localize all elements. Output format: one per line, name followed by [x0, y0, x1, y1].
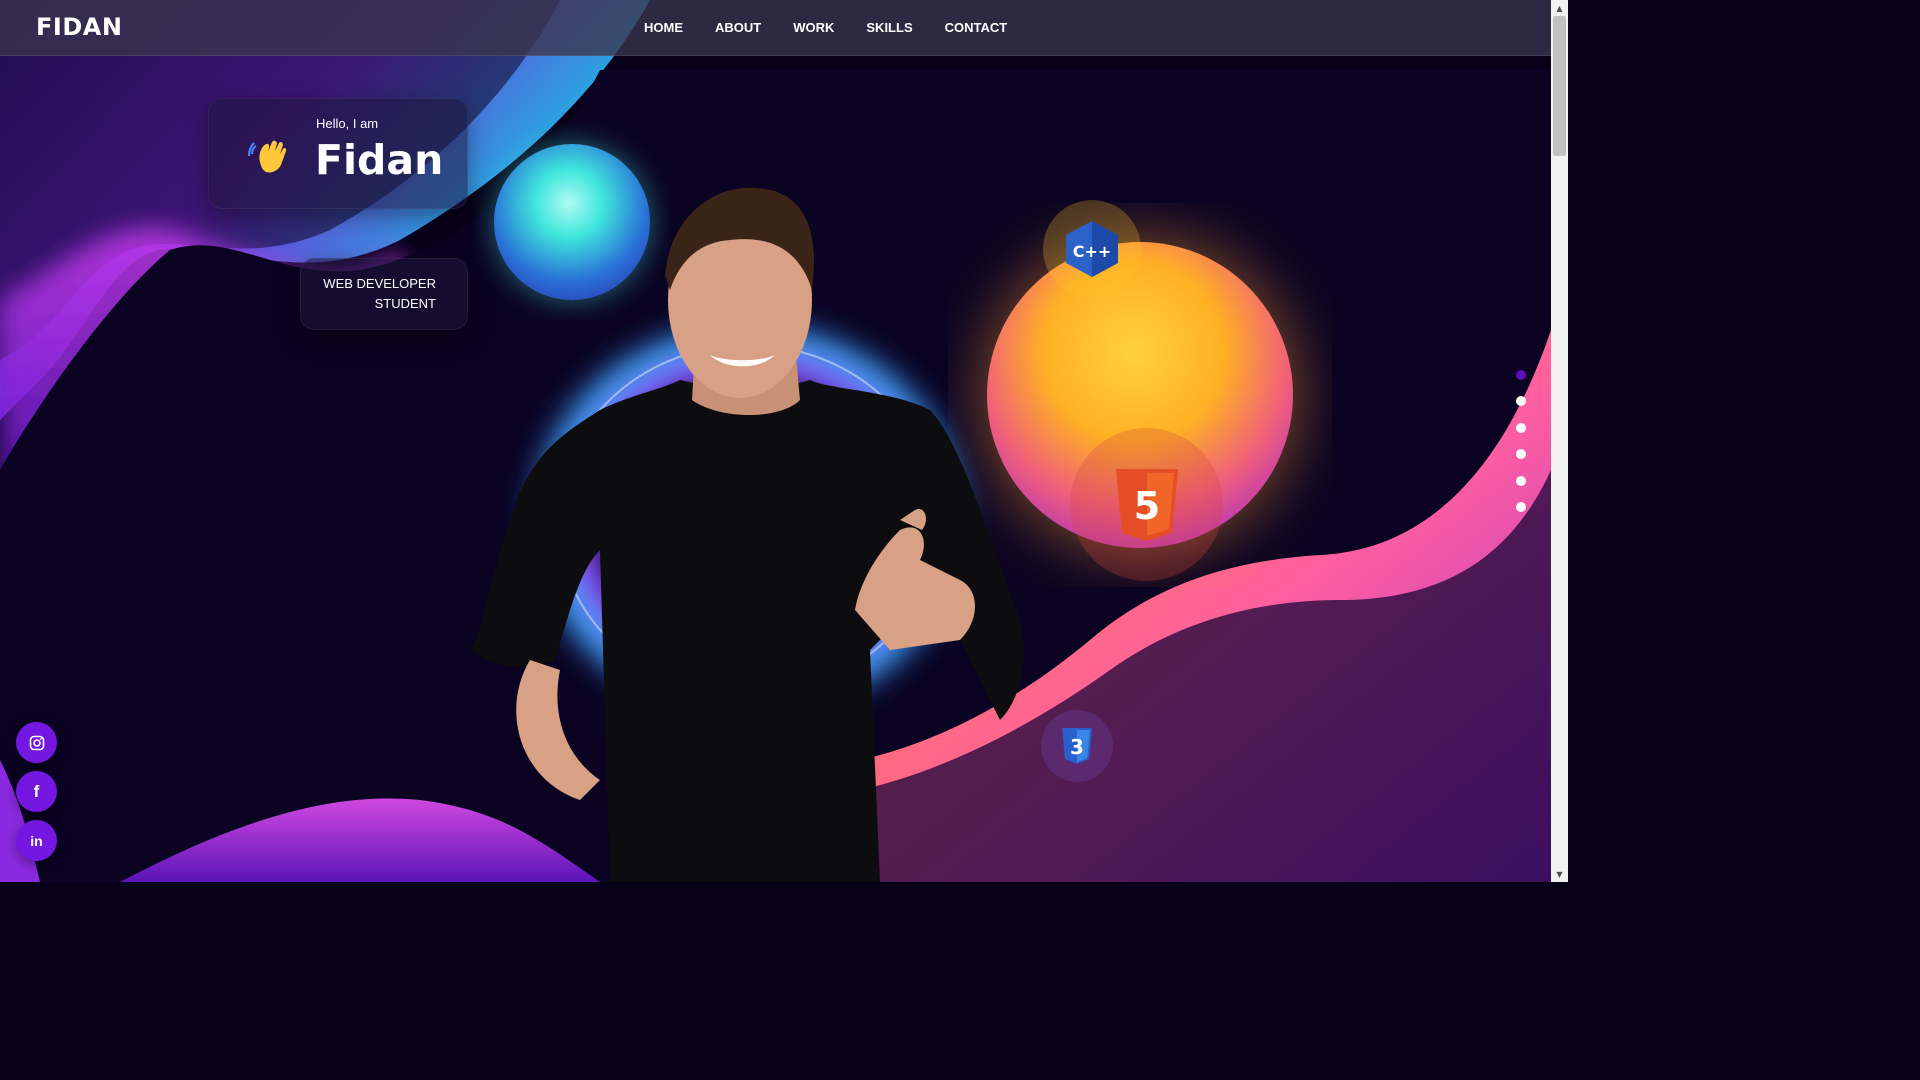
- section-dot-5[interactable]: [1516, 476, 1526, 486]
- nav-link-contact[interactable]: CONTACT: [945, 20, 1008, 35]
- section-dot-3[interactable]: [1516, 423, 1526, 433]
- css3-badge: 3: [1041, 710, 1113, 782]
- scroll-down-arrow-icon[interactable]: ▼: [1551, 866, 1568, 882]
- nav-menu: HOME ABOUT WORK SKILLS CONTACT: [644, 0, 1007, 55]
- nav-link-work[interactable]: WORK: [793, 20, 834, 35]
- hero-name: Fidan: [315, 136, 444, 184]
- role-card: WEB DEVELOPER STUDENT: [300, 258, 468, 330]
- html5-icon: 5: [1115, 468, 1178, 541]
- instagram-button[interactable]: [16, 722, 57, 763]
- page-scrollbar[interactable]: ▲ ▼: [1551, 0, 1568, 882]
- role-line-1: WEB DEVELOPER: [323, 276, 436, 291]
- role-line-2: STUDENT: [374, 296, 436, 311]
- nav-link-home[interactable]: HOME: [644, 20, 683, 35]
- html5-badge: 5: [1070, 428, 1223, 581]
- cpp-badge: C++: [1043, 200, 1141, 298]
- section-dot-1-active[interactable]: [1516, 370, 1526, 380]
- css3-icon-label: 3: [1070, 735, 1084, 759]
- nav-link-skills[interactable]: SKILLS: [866, 20, 912, 35]
- facebook-icon: f: [33, 781, 40, 801]
- cpp-icon: C++: [1066, 221, 1118, 277]
- scroll-thumb[interactable]: [1553, 16, 1566, 156]
- section-dot-2[interactable]: [1516, 396, 1526, 406]
- linkedin-icon: in: [30, 832, 43, 849]
- portrait-person: [470, 187, 1024, 882]
- linkedin-button[interactable]: in: [16, 820, 57, 861]
- waving-hand-icon: [248, 140, 287, 173]
- greeting-text: Hello, I am: [316, 116, 379, 131]
- nav-link-about[interactable]: ABOUT: [715, 20, 761, 35]
- site-logo[interactable]: FIDAN: [36, 13, 122, 41]
- greeting-card: Hello, I am Fidan: [208, 98, 468, 209]
- section-dot-6[interactable]: [1516, 502, 1526, 512]
- html5-icon-label: 5: [1133, 484, 1159, 528]
- top-navbar: FIDAN HOME ABOUT WORK SKILLS CONTACT: [0, 0, 1551, 56]
- scroll-up-arrow-icon[interactable]: ▲: [1551, 0, 1568, 16]
- css3-icon: 3: [1062, 728, 1092, 764]
- instagram-icon: [29, 735, 44, 750]
- cpp-icon-label: C++: [1073, 242, 1112, 261]
- facebook-button[interactable]: f: [16, 771, 57, 812]
- section-dot-4[interactable]: [1516, 449, 1526, 459]
- page: FIDAN HOME ABOUT WORK SKILLS CONTACT Hel…: [0, 0, 1568, 882]
